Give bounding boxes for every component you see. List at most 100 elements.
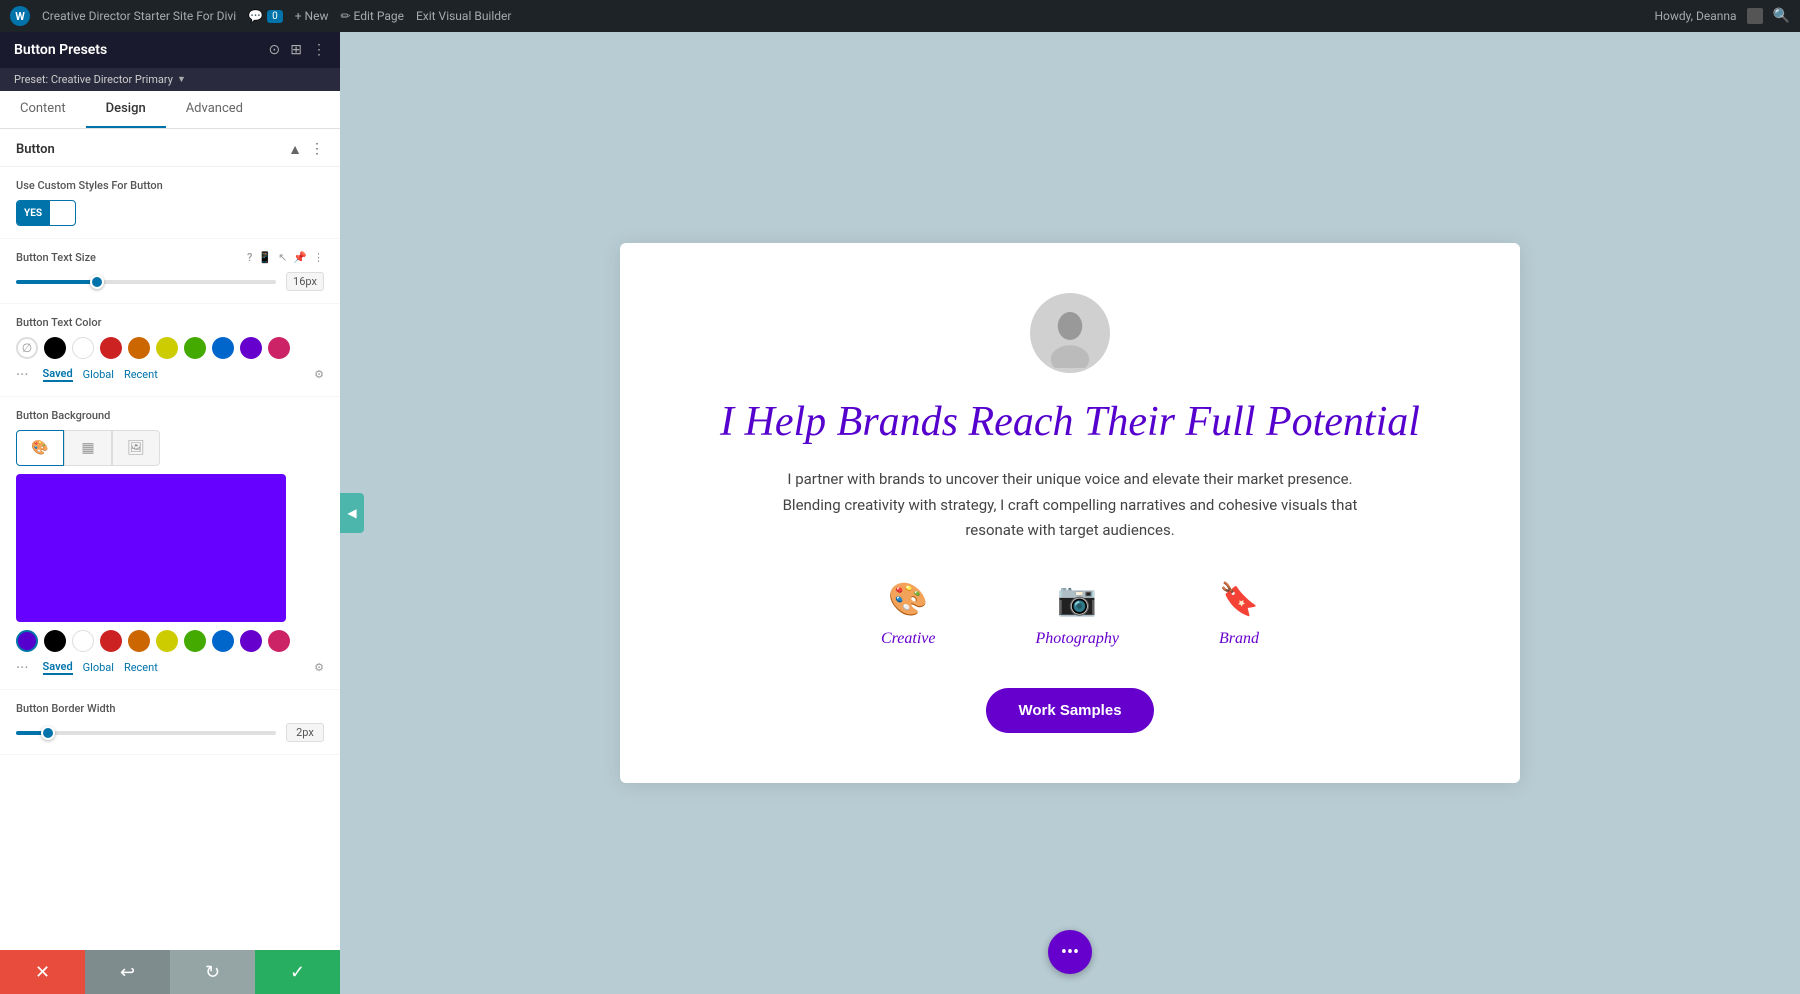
border-width-slider-container: 2px	[16, 723, 324, 742]
color-swatch-blue[interactable]	[212, 337, 234, 359]
admin-bar-edit-page[interactable]: ✏ Edit Page	[340, 9, 403, 23]
save-button[interactable]: ✓	[255, 950, 340, 994]
section-collapse-icon[interactable]: ▲	[288, 141, 302, 158]
admin-bar-right: Howdy, Deanna 🔍	[1654, 8, 1790, 24]
bg-swatch-pink[interactable]	[268, 630, 290, 652]
custom-styles-label: Use Custom Styles For Button	[16, 179, 324, 192]
bg-color-swatches	[16, 630, 324, 652]
color-swatch-transparent[interactable]: ∅	[16, 337, 38, 359]
left-panel: Button Presets ⊙ ⊞ ⋮ Preset: Creative Di…	[0, 32, 340, 994]
service-icons: 🎨 Creative 📷 Photography 🔖 Brand	[680, 580, 1460, 648]
bg-recent-btn[interactable]: Recent	[124, 661, 158, 674]
text-color-swatches: ∅	[16, 337, 324, 359]
admin-search-icon[interactable]: 🔍	[1773, 8, 1790, 24]
section-title-button: Button	[16, 142, 55, 157]
border-width-slider[interactable]	[16, 731, 276, 735]
cursor-icon[interactable]: ↖	[278, 251, 287, 264]
hero-subtitle: I partner with brands to uncover their u…	[760, 467, 1380, 544]
panel-columns-icon[interactable]: ⊞	[290, 42, 302, 58]
panel-tabs: Content Design Advanced	[0, 91, 340, 129]
color-more-icon[interactable]: ···	[16, 365, 29, 384]
button-bg-label: Button Background	[16, 409, 324, 422]
color-swatch-orange[interactable]	[128, 337, 150, 359]
close-button[interactable]: ✕	[0, 950, 85, 994]
right-canvas: ◀ I Help Brands Reach Their Full Potenti…	[340, 32, 1800, 994]
custom-styles-group: Use Custom Styles For Button YES	[0, 167, 340, 239]
color-swatch-green[interactable]	[184, 337, 206, 359]
bg-settings-icon[interactable]: ⚙	[314, 661, 324, 674]
admin-bar-exit-builder[interactable]: Exit Visual Builder	[416, 9, 512, 23]
avatar	[1030, 293, 1110, 373]
cta-button[interactable]: Work Samples	[986, 688, 1153, 733]
bg-swatch-purple2[interactable]	[240, 630, 262, 652]
help-icon[interactable]: ?	[247, 251, 252, 264]
text-size-slider-container: 16px	[16, 272, 324, 291]
bg-global-btn[interactable]: Global	[83, 661, 114, 674]
bg-saved-btn[interactable]: Saved	[43, 660, 73, 675]
mobile-icon[interactable]: 📱	[258, 251, 272, 264]
tab-advanced[interactable]: Advanced	[166, 91, 263, 128]
dots-icon[interactable]: ⋮	[313, 251, 324, 264]
admin-avatar	[1747, 8, 1763, 24]
recent-colors-btn[interactable]: Recent	[124, 368, 158, 381]
tab-content[interactable]: Content	[0, 91, 86, 128]
panel-preset[interactable]: Preset: Creative Director Primary ▼	[0, 68, 340, 91]
admin-bar-howdy: Howdy, Deanna	[1654, 9, 1736, 23]
saved-colors-btn[interactable]: Saved	[43, 367, 73, 382]
color-swatch-purple[interactable]	[240, 337, 262, 359]
bg-color-preview[interactable]	[16, 474, 286, 622]
admin-bar-site[interactable]: Creative Director Starter Site For Divi	[42, 9, 236, 23]
color-swatch-red[interactable]	[100, 337, 122, 359]
reset-button[interactable]: ↩	[85, 950, 170, 994]
color-swatch-yellow[interactable]	[156, 337, 178, 359]
panel-toggle-button[interactable]: ◀	[340, 493, 364, 533]
admin-bar-comments[interactable]: 💬 0	[248, 9, 283, 23]
panel-target-icon[interactable]: ⊙	[269, 42, 281, 58]
bg-swatch-black[interactable]	[44, 630, 66, 652]
bg-swatch-orange[interactable]	[128, 630, 150, 652]
bg-swatch-yellow[interactable]	[156, 630, 178, 652]
button-background-group: Button Background 🎨 ▦ 🖼	[0, 397, 340, 690]
float-dots-button[interactable]: •••	[1048, 930, 1092, 974]
redo-button[interactable]: ↻	[170, 950, 255, 994]
brand-icon: 🔖	[1219, 580, 1259, 618]
main-layout: Button Presets ⊙ ⊞ ⋮ Preset: Creative Di…	[0, 32, 1800, 994]
global-colors-btn[interactable]: Global	[83, 368, 114, 381]
admin-bar-new[interactable]: + New	[295, 9, 329, 23]
service-creative: 🎨 Creative	[881, 580, 936, 648]
text-size-slider[interactable]	[16, 280, 276, 284]
bg-swatch-red[interactable]	[100, 630, 122, 652]
bg-type-tabs: 🎨 ▦ 🖼	[16, 430, 324, 466]
button-border-width-label: Button Border Width	[16, 702, 324, 715]
tab-design[interactable]: Design	[86, 91, 166, 128]
wp-logo[interactable]: W	[10, 6, 30, 26]
section-more-icon[interactable]: ⋮	[310, 141, 324, 158]
color-settings-icon[interactable]: ⚙	[314, 368, 324, 381]
panel-more-icon[interactable]: ⋮	[312, 42, 326, 58]
text-color-meta: ··· Saved Global Recent ⚙	[16, 365, 324, 384]
panel-header-icons: ⊙ ⊞ ⋮	[269, 42, 326, 58]
admin-bar: W Creative Director Starter Site For Div…	[0, 0, 1800, 32]
button-text-size-label: Button Text Size ? 📱 ↖ 📌 ⋮	[16, 251, 324, 264]
service-photography: 📷 Photography	[1035, 580, 1119, 648]
bg-tab-gradient[interactable]: ▦	[64, 430, 112, 466]
bg-swatch-green[interactable]	[184, 630, 206, 652]
bg-swatch-white[interactable]	[72, 630, 94, 652]
photography-icon: 📷	[1057, 580, 1097, 618]
pin-icon[interactable]: 📌	[293, 251, 307, 264]
bg-color-more-icon[interactable]: ···	[16, 658, 29, 677]
color-swatch-black[interactable]	[44, 337, 66, 359]
panel-title: Button Presets	[14, 42, 107, 58]
custom-styles-toggle[interactable]: YES	[16, 200, 76, 226]
color-swatch-white[interactable]	[72, 337, 94, 359]
bg-tab-color[interactable]: 🎨	[16, 430, 64, 466]
color-swatch-pink[interactable]	[268, 337, 290, 359]
bg-swatch-purple-active[interactable]	[16, 630, 38, 652]
photography-label: Photography	[1035, 630, 1119, 648]
panel-header: Button Presets ⊙ ⊞ ⋮	[0, 32, 340, 68]
bg-swatch-blue[interactable]	[212, 630, 234, 652]
creative-icon: 🎨	[888, 580, 928, 618]
button-text-color-group: Button Text Color ∅ ··· Saved	[0, 304, 340, 397]
brand-label: Brand	[1219, 630, 1259, 648]
bg-tab-image[interactable]: 🖼	[112, 430, 160, 466]
